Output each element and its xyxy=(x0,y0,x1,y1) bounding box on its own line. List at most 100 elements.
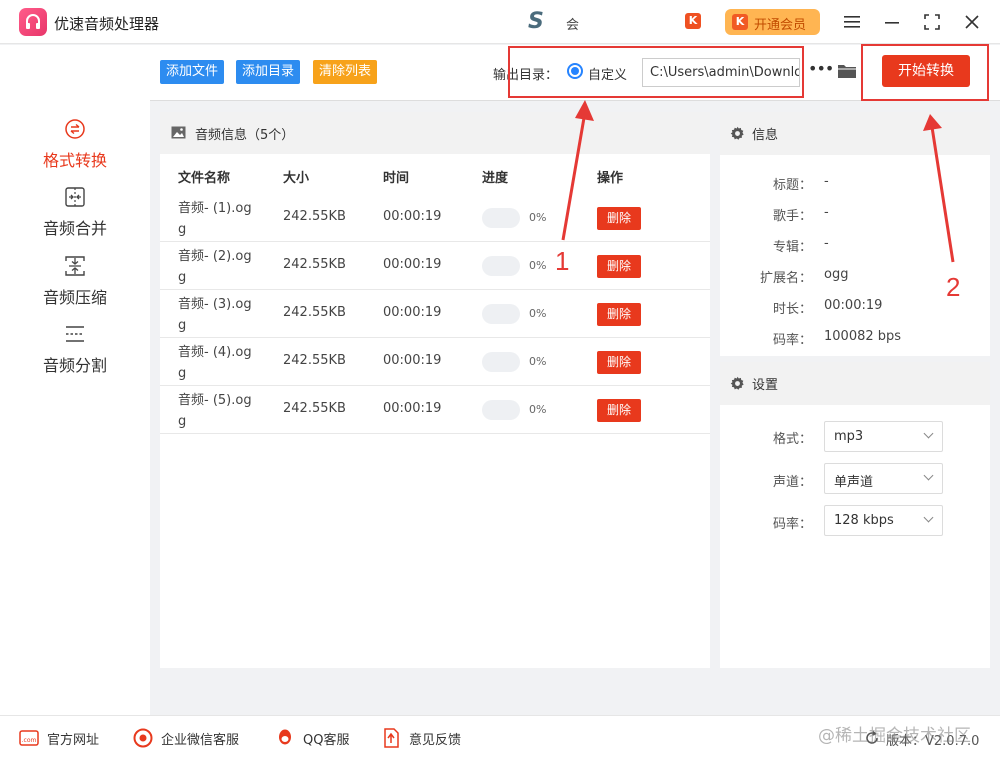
table-row[interactable]: 音频- (4).ogg 242.55KB 00:00:19 0% 删除 xyxy=(160,338,710,386)
info-album-label: 专辑： xyxy=(772,240,812,255)
file-panel-header: 音频信息（5个） xyxy=(160,112,710,154)
menu-icon[interactable] xyxy=(840,10,864,34)
website-icon: .com xyxy=(19,730,39,746)
table-row[interactable]: 音频- (1).ogg 242.55KB 00:00:19 0% 删除 xyxy=(160,194,710,242)
settings-panel-title: 设置 xyxy=(752,378,779,393)
info-artist-label: 歌手： xyxy=(772,209,812,224)
clear-list-button[interactable]: 清除列表 xyxy=(313,60,378,84)
gear-icon xyxy=(730,126,744,140)
file-size: 242.55KB xyxy=(283,209,346,224)
sidebar-item-audio-merge[interactable]: 音频合并 xyxy=(0,185,150,245)
file-duration: 00:00:19 xyxy=(383,257,442,272)
website-link[interactable]: 官方网址 xyxy=(47,729,99,748)
minimize-icon[interactable] xyxy=(880,10,904,34)
info-album-value: - xyxy=(824,236,829,251)
more-icon[interactable]: ••• xyxy=(808,59,834,78)
info-extension-label: 扩展名： xyxy=(759,271,812,286)
info-title-label: 标题： xyxy=(772,178,812,193)
table-row[interactable]: 音频- (2).ogg 242.55KB 00:00:19 0% 删除 xyxy=(160,242,710,290)
sidebar: 格式转换 音频合并 音频压缩 音频分割 xyxy=(0,45,150,715)
callout-box-start xyxy=(861,44,989,101)
k-logo-icon[interactable]: K xyxy=(685,13,701,29)
delete-button[interactable]: 删除 xyxy=(597,303,641,326)
table-row[interactable]: 音频- (3).ogg 242.55KB 00:00:19 0% 删除 xyxy=(160,290,710,338)
info-panel-header: 信息 xyxy=(720,112,990,155)
format-select[interactable]: mp3 xyxy=(824,421,943,452)
callout-box-output-dir xyxy=(508,46,804,98)
progress-bar xyxy=(482,400,520,420)
file-name: 音频- (5).ogg xyxy=(178,393,252,429)
app-logo-icon xyxy=(19,8,47,36)
file-duration: 00:00:19 xyxy=(383,353,442,368)
maximize-icon[interactable] xyxy=(920,10,944,34)
file-panel-title: 音频信息（5个） xyxy=(195,128,295,143)
file-size: 242.55KB xyxy=(283,353,346,368)
info-bitrate-label: 码率： xyxy=(772,333,812,348)
feedback-link[interactable]: 意见反馈 xyxy=(409,729,461,748)
bitrate-label: 码率： xyxy=(772,517,812,532)
progress-bar xyxy=(482,208,520,228)
sidebar-item-label: 音频压缩 xyxy=(42,288,107,307)
info-duration-label: 时长： xyxy=(772,302,812,317)
footer: .com 官方网址 企业微信客服 QQ客服 意见反馈 版本：V2.0.7.0 @… xyxy=(0,715,1000,760)
table-row[interactable]: 音频- (5).ogg 242.55KB 00:00:19 0% 删除 xyxy=(160,386,710,434)
progress-text: 0% xyxy=(529,259,547,272)
close-icon[interactable] xyxy=(960,10,984,34)
file-name: 音频- (4).ogg xyxy=(178,345,252,381)
sidebar-item-audio-compress[interactable]: 音频压缩 xyxy=(0,254,150,314)
svg-text:.com: .com xyxy=(22,737,37,744)
watermark-text: @稀土掘金技术社区 xyxy=(818,726,971,746)
file-duration: 00:00:19 xyxy=(383,305,442,320)
sidebar-item-label: 音频分割 xyxy=(42,356,107,375)
user-name[interactable]: 会 xyxy=(566,14,579,33)
delete-button[interactable]: 删除 xyxy=(597,399,641,422)
column-header-name: 文件名称 xyxy=(178,171,231,186)
file-duration: 00:00:19 xyxy=(383,209,442,224)
chevron-down-icon xyxy=(923,470,934,481)
file-list-panel: 音频信息（5个） 文件名称 大小 时间 进度 操作 音频- (1).ogg 24… xyxy=(160,112,710,668)
format-value: mp3 xyxy=(834,429,864,444)
wechat-service-link[interactable]: 企业微信客服 xyxy=(161,729,239,748)
bitrate-select[interactable]: 128 kbps xyxy=(824,505,943,536)
channel-label: 声道： xyxy=(772,475,812,490)
add-directory-button[interactable]: 添加目录 xyxy=(236,60,301,84)
feedback-icon xyxy=(384,728,399,748)
info-bitrate-value: 100082 bps xyxy=(824,329,902,344)
sidebar-item-format-convert[interactable]: 格式转换 xyxy=(0,117,150,177)
annotation-number-1: 1 xyxy=(555,246,570,276)
chevron-down-icon xyxy=(923,428,934,439)
progress-bar xyxy=(482,304,520,324)
channel-select[interactable]: 单声道 xyxy=(824,463,943,494)
sidebar-item-label: 格式转换 xyxy=(42,151,107,170)
file-duration: 00:00:19 xyxy=(383,401,442,416)
file-name: 音频- (3).ogg xyxy=(178,297,252,333)
image-icon xyxy=(171,126,186,139)
qq-icon xyxy=(279,729,291,745)
file-name: 音频- (1).ogg xyxy=(178,201,252,237)
channel-value: 单声道 xyxy=(834,475,874,490)
delete-button[interactable]: 删除 xyxy=(597,207,641,230)
sidebar-item-audio-split[interactable]: 音频分割 xyxy=(0,322,150,382)
vip-button[interactable]: K 开通会员 xyxy=(725,9,820,35)
title-bar: 优速音频处理器 S 会 K K 开通会员 xyxy=(0,0,1000,44)
settings-panel-header: 设置 xyxy=(720,362,990,405)
format-label: 格式： xyxy=(772,432,812,447)
annotation-number-2: 2 xyxy=(946,272,961,302)
qq-service-link[interactable]: QQ客服 xyxy=(303,729,349,748)
app-title: 优速音频处理器 xyxy=(54,15,160,33)
delete-button[interactable]: 删除 xyxy=(597,255,641,278)
bitrate-value: 128 kbps xyxy=(834,513,894,528)
gear-icon xyxy=(730,376,744,390)
file-name: 音频- (2).ogg xyxy=(178,249,252,285)
vip-icon: K xyxy=(732,14,748,30)
progress-text: 0% xyxy=(529,211,547,224)
add-file-button[interactable]: 添加文件 xyxy=(160,60,225,84)
progress-text: 0% xyxy=(529,307,547,320)
settings-panel: 设置 格式： mp3 声道： 单声道 码率： 128 kbps xyxy=(720,362,990,668)
user-avatar-icon[interactable]: S xyxy=(528,11,544,33)
convert-icon xyxy=(65,119,85,139)
delete-button[interactable]: 删除 xyxy=(597,351,641,374)
folder-icon[interactable] xyxy=(837,62,857,80)
progress-bar xyxy=(482,352,520,372)
sidebar-item-label: 音频合并 xyxy=(42,219,107,238)
